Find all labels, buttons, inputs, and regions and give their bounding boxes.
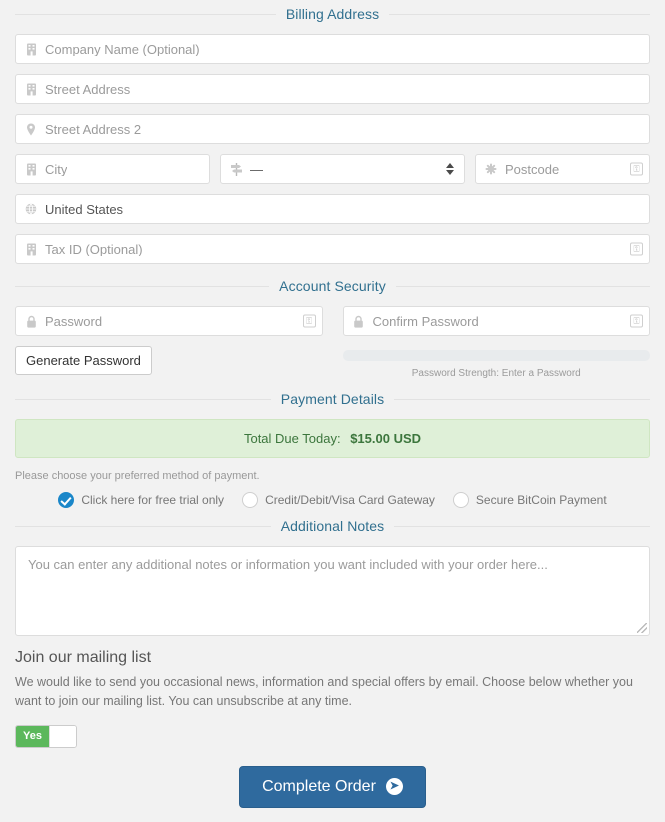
postcode-placeholder: Postcode	[505, 162, 560, 176]
generate-password-button[interactable]: Generate Password	[15, 346, 152, 375]
section-title-payment: Payment Details	[280, 391, 385, 407]
confirm-password-field[interactable]: Confirm Password ⚿	[342, 306, 650, 336]
country-select[interactable]: United States	[15, 194, 650, 224]
autofill-key-icon[interactable]: ⚿	[630, 242, 643, 256]
select-arrows-icon[interactable]	[446, 163, 454, 175]
state-select-value: —	[250, 161, 263, 177]
taxid-row: Tax ID (Optional) ⚿	[15, 234, 650, 264]
map-signs-icon	[229, 162, 243, 176]
radio-card-gateway[interactable]	[242, 492, 259, 508]
autofill-key-icon[interactable]: ⚿	[630, 314, 643, 328]
tax-id-field[interactable]: Tax ID (Optional) ⚿	[15, 234, 650, 264]
password-strength-text: Password Strength: Enter a Password	[411, 368, 581, 379]
mailing-list-description: We would like to send you occasional new…	[15, 675, 633, 708]
street-address-field[interactable]: Street Address	[15, 74, 650, 104]
section-title-billing: Billing Address	[285, 6, 380, 22]
section-header-security: Account Security	[15, 278, 650, 294]
complete-order-label: Complete Order	[262, 777, 376, 795]
legend-rule-right	[395, 285, 650, 287]
building-icon	[24, 42, 38, 56]
section-title-notes: Additional Notes	[280, 518, 385, 534]
company-name-field[interactable]: Company Name (Optional)	[15, 34, 650, 64]
mailing-list-toggle-label: Yes	[16, 725, 49, 747]
payment-method-card-gateway[interactable]: Credit/Debit/Visa Card Gateway	[242, 492, 435, 508]
submit-area: Complete Order ➤	[15, 765, 650, 822]
street-address-2-field[interactable]: Street Address 2	[15, 114, 650, 144]
confirm-password-placeholder: Confirm Password	[372, 314, 479, 328]
company-row: Company Name (Optional)	[15, 34, 650, 64]
legend-rule-left	[15, 525, 271, 527]
building-icon	[24, 242, 38, 256]
lock-icon	[352, 314, 366, 328]
password-row: Password ⚿ Confirm Password ⚿	[15, 306, 650, 336]
radio-free-trial[interactable]	[58, 492, 75, 508]
autofill-key-icon[interactable]: ⚿	[302, 314, 316, 328]
building-icon	[24, 82, 38, 96]
arrow-circle-right-icon: ➤	[385, 778, 403, 795]
additional-notes-placeholder: You can enter any additional notes or in…	[28, 557, 548, 572]
additional-notes-textarea[interactable]: You can enter any additional notes or in…	[15, 546, 650, 636]
mailing-list-toggle[interactable]: Yes	[15, 724, 77, 748]
legend-rule-left	[15, 13, 276, 15]
order-form-page: Billing Address Company Name (Optional) …	[0, 6, 665, 822]
confirm-password-col: Confirm Password ⚿	[342, 306, 650, 336]
section-title-security: Account Security	[279, 278, 386, 294]
mailing-list-title: Join our mailing list	[15, 649, 152, 666]
total-due-amount: $15.00 USD	[350, 431, 422, 446]
password-field[interactable]: Password ⚿	[15, 306, 323, 336]
radio-bitcoin[interactable]	[452, 492, 469, 508]
lock-icon	[24, 314, 38, 328]
tax-id-placeholder: Tax ID (Optional)	[45, 242, 143, 256]
payment-helper-text: Please choose your preferred method of p…	[15, 470, 260, 482]
section-header-billing: Billing Address	[15, 6, 651, 22]
legend-rule-left	[15, 285, 270, 287]
street2-row: Street Address 2	[15, 114, 650, 144]
globe-icon	[24, 202, 38, 216]
password-placeholder: Password	[45, 314, 103, 328]
resize-handle-icon[interactable]	[637, 623, 647, 633]
payment-method-free-trial[interactable]: Click here for free trial only	[58, 492, 224, 508]
legend-rule-right	[394, 525, 650, 527]
company-name-placeholder: Company Name (Optional)	[45, 42, 200, 56]
city-field[interactable]: City	[15, 154, 210, 184]
city-placeholder: City	[45, 162, 68, 176]
total-due-label: Total Due Today:	[243, 431, 341, 446]
password-tools-row: Generate Password Password Strength: Ent…	[15, 346, 650, 379]
postcode-field[interactable]: Postcode ⚿	[475, 154, 650, 184]
generate-password-col: Generate Password	[15, 346, 323, 379]
payment-method-options: Click here for free trial only Credit/De…	[15, 492, 650, 508]
payment-method-label: Secure BitCoin Payment	[475, 493, 607, 507]
section-header-payment: Payment Details	[15, 391, 650, 407]
password-strength-bar	[342, 350, 650, 361]
city-state-postcode-row: City — Postcode ⚿	[15, 154, 650, 184]
street1-row: Street Address	[15, 74, 650, 104]
street-address-placeholder: Street Address	[45, 82, 131, 96]
total-due-banner: Total Due Today: $15.00 USD	[15, 419, 650, 458]
section-header-notes: Additional Notes	[15, 518, 650, 534]
payment-method-label: Credit/Debit/Visa Card Gateway	[265, 493, 435, 507]
password-strength-col: Password Strength: Enter a Password	[342, 346, 650, 379]
country-row: United States	[15, 194, 650, 224]
map-marker-icon	[24, 122, 38, 136]
payment-method-bitcoin[interactable]: Secure BitCoin Payment	[452, 492, 607, 508]
asterisk-icon	[484, 162, 498, 176]
country-value: United States	[45, 201, 124, 217]
legend-rule-left	[15, 398, 271, 400]
complete-order-button[interactable]: Complete Order ➤	[239, 765, 426, 808]
password-col: Password ⚿	[15, 306, 323, 336]
legend-rule-right	[394, 398, 650, 400]
street-address-2-placeholder: Street Address 2	[45, 122, 142, 136]
payment-method-label: Click here for free trial only	[81, 493, 225, 507]
state-select[interactable]: —	[220, 154, 465, 184]
building-icon	[24, 162, 38, 176]
autofill-key-icon[interactable]: ⚿	[630, 162, 643, 176]
legend-rule-right	[389, 13, 651, 15]
mailing-list-toggle-knob[interactable]	[48, 725, 76, 747]
